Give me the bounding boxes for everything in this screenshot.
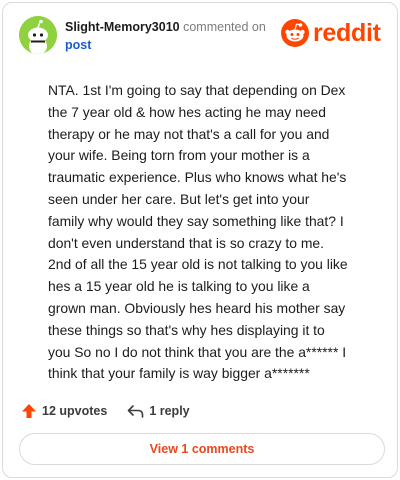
view-comments-button[interactable]: View 1 comments: [19, 433, 385, 465]
avatar[interactable]: [19, 16, 57, 54]
comment-actions: 12 upvotes 1 reply: [21, 401, 190, 421]
comment-meta: Slight-Memory3010 commented on post: [65, 18, 285, 54]
upvote-arrow-icon: [22, 404, 36, 418]
snoo-avatar-icon: [19, 16, 57, 54]
reddit-wordmark: reddit: [313, 18, 381, 47]
reply-button[interactable]: 1 reply: [127, 404, 190, 418]
post-link[interactable]: post: [65, 36, 285, 54]
reddit-logo[interactable]: reddit: [281, 18, 381, 48]
reddit-snoo-icon: [281, 19, 309, 47]
username[interactable]: Slight-Memory3010: [65, 20, 180, 34]
comment-card: Slight-Memory3010 commented on post redd…: [2, 2, 398, 478]
reply-arrow-icon: [128, 405, 144, 418]
reply-count: 1 reply: [149, 404, 190, 418]
upvote-button[interactable]: 12 upvotes: [21, 403, 107, 419]
commented-on-label: commented on: [183, 20, 266, 34]
upvote-count: 12 upvotes: [42, 404, 108, 418]
comment-body: NTA. 1st I'm going to say that depending…: [48, 82, 348, 382]
